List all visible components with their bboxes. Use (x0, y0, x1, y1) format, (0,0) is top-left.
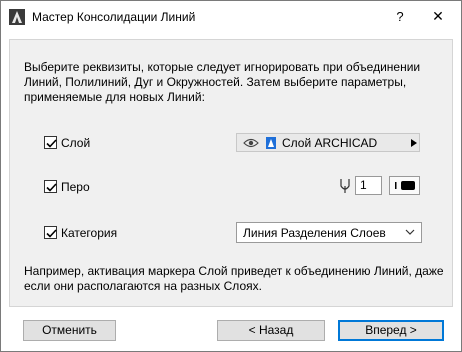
pen-swatch-button[interactable] (389, 176, 420, 195)
pen-checkbox[interactable] (44, 180, 57, 193)
note-text: Например, активация маркера Слой приведе… (24, 264, 444, 293)
eye-icon (243, 138, 259, 148)
category-dropdown-value: Линия Разделения Слоев (243, 226, 386, 240)
intro-text: Выберите реквизиты, которые следует игно… (24, 60, 421, 104)
category-label: Категория (61, 226, 118, 240)
category-checkbox[interactable] (44, 226, 57, 239)
checkmark-icon (46, 183, 57, 192)
pen-label: Перо (61, 180, 90, 194)
cancel-button[interactable]: Отменить (23, 320, 116, 341)
checkmark-icon (46, 139, 57, 148)
window-title: Мастер Консолидации Линий (32, 10, 196, 24)
layer-checkbox[interactable] (44, 136, 57, 149)
title-bar: Мастер Консолидации Линий ? ✕ (1, 1, 461, 32)
layer-icon (266, 137, 276, 149)
archicad-app-icon (9, 9, 25, 25)
layer-select-value: Слой ARCHICAD (282, 136, 378, 150)
back-button[interactable]: < Назад (217, 320, 325, 341)
triangle-right-icon (411, 139, 417, 147)
next-button[interactable]: Вперед > (338, 320, 444, 341)
options-panel: Выберите реквизиты, которые следует игно… (9, 39, 453, 307)
chevron-down-icon (405, 229, 415, 235)
checkmark-icon (46, 229, 57, 238)
layer-select[interactable]: Слой ARCHICAD (236, 133, 420, 152)
pen-icon (340, 179, 350, 193)
pen-number-input[interactable]: 1 (355, 176, 382, 195)
layer-label: Слой (61, 136, 91, 150)
pen-line-sample-icon (395, 181, 415, 190)
category-dropdown[interactable]: Линия Разделения Слоев (236, 222, 422, 243)
dialog-window: Мастер Консолидации Линий ? ✕ Выберите р… (0, 0, 462, 352)
close-button[interactable]: ✕ (415, 1, 461, 32)
